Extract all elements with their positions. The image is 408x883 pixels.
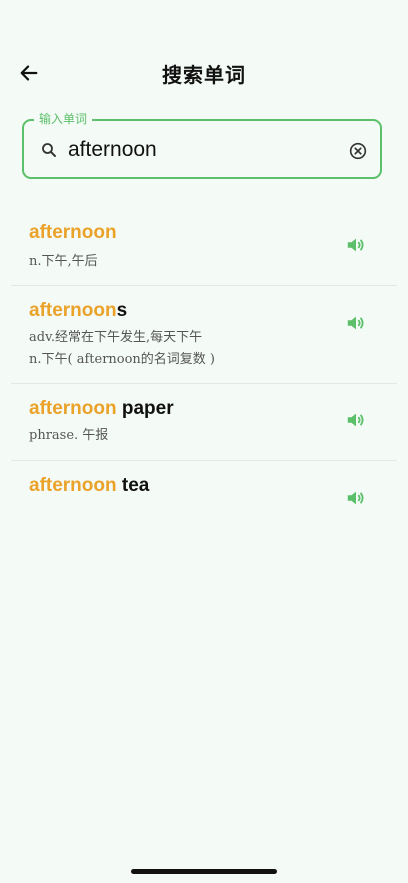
result-word: afternoons xyxy=(29,300,127,322)
result-word-match: afternoon xyxy=(29,398,117,419)
speaker-icon[interactable] xyxy=(345,487,367,509)
result-item[interactable]: afternoon tea xyxy=(11,461,397,539)
search-field-label: 输入单词 xyxy=(34,111,93,127)
results-list: afternoon n.下午,午后 afternoons adv.经常在下午发生… xyxy=(11,208,397,539)
home-indicator[interactable] xyxy=(131,869,277,874)
result-word-match: afternoon xyxy=(29,475,117,496)
result-word-match: afternoon xyxy=(29,300,117,321)
search-icon xyxy=(42,143,56,157)
result-definition: n.下午,午后 xyxy=(29,254,98,269)
clear-icon[interactable] xyxy=(347,140,369,162)
result-word: afternoon xyxy=(29,222,117,244)
result-word-rest: s xyxy=(116,300,128,321)
search-input[interactable] xyxy=(68,133,338,167)
speaker-icon[interactable] xyxy=(345,409,367,431)
speaker-icon[interactable] xyxy=(345,312,367,334)
speaker-icon[interactable] xyxy=(345,234,367,256)
result-definition: adv.经常在下午发生,每天下午 xyxy=(29,330,203,345)
result-word: afternoon tea xyxy=(29,475,149,497)
app-header: 搜索单词 xyxy=(0,50,408,96)
result-item[interactable]: afternoons adv.经常在下午发生,每天下午 n.下午( aftern… xyxy=(11,286,397,384)
page-title: 搜索单词 xyxy=(162,63,246,87)
result-definition: phrase. 午报 xyxy=(29,428,109,443)
result-word: afternoon paper xyxy=(29,398,174,420)
result-word-rest: paper xyxy=(116,398,174,419)
result-word-match: afternoon xyxy=(29,222,117,243)
result-word-rest: tea xyxy=(116,475,150,496)
result-definition: n.下午( afternoon的名词复数 ) xyxy=(29,352,216,367)
result-item[interactable]: afternoon paper phrase. 午报 xyxy=(11,384,397,461)
result-item[interactable]: afternoon n.下午,午后 xyxy=(11,208,397,286)
search-field[interactable]: 输入单词 xyxy=(22,111,382,179)
